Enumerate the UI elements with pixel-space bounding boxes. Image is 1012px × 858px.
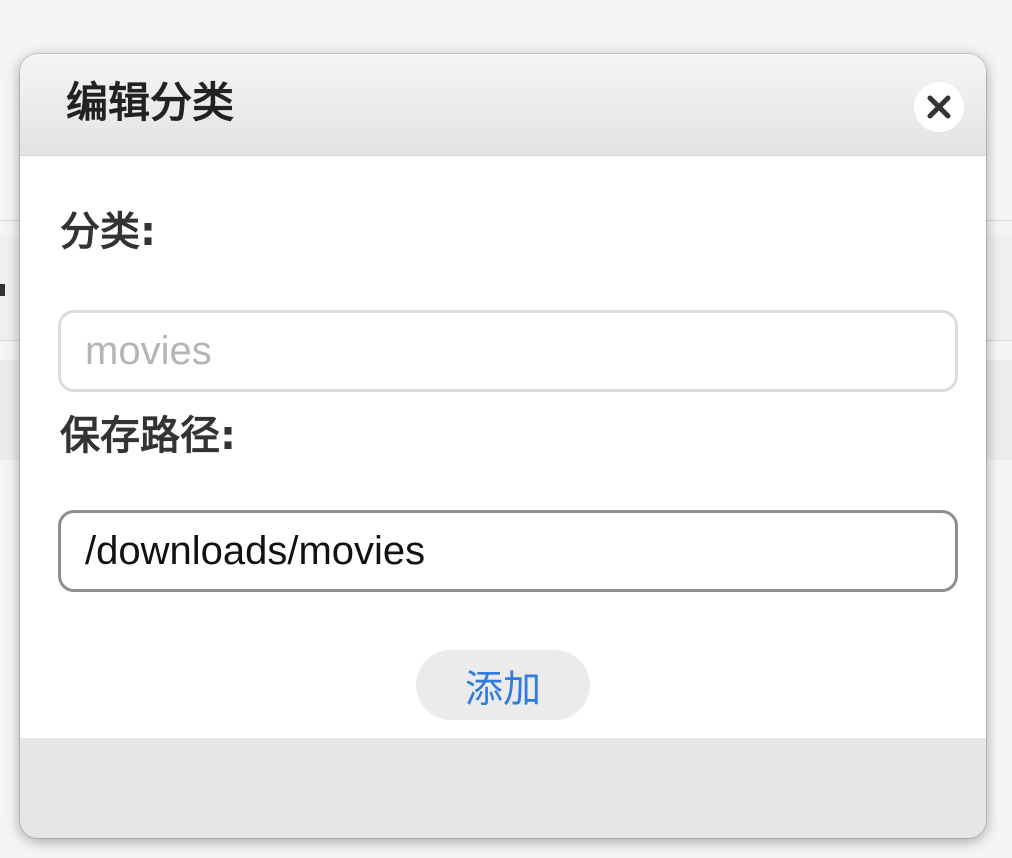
background-fragment bbox=[0, 284, 5, 296]
dialog-footer bbox=[20, 738, 986, 838]
category-label: 分类: bbox=[60, 209, 156, 255]
dialog-header: 编辑分类 bbox=[20, 54, 986, 156]
page: 编辑分类 分类: 保存路径: 添加 bbox=[0, 0, 1012, 858]
edit-category-dialog: 编辑分类 分类: 保存路径: 添加 bbox=[20, 54, 986, 838]
add-button[interactable]: 添加 bbox=[416, 650, 590, 720]
save-path-label: 保存路径: bbox=[60, 413, 236, 459]
category-input[interactable] bbox=[58, 310, 958, 392]
close-icon bbox=[927, 95, 951, 119]
close-button[interactable] bbox=[914, 82, 964, 132]
dialog-title: 编辑分类 bbox=[66, 78, 235, 127]
save-path-input[interactable] bbox=[58, 510, 958, 592]
